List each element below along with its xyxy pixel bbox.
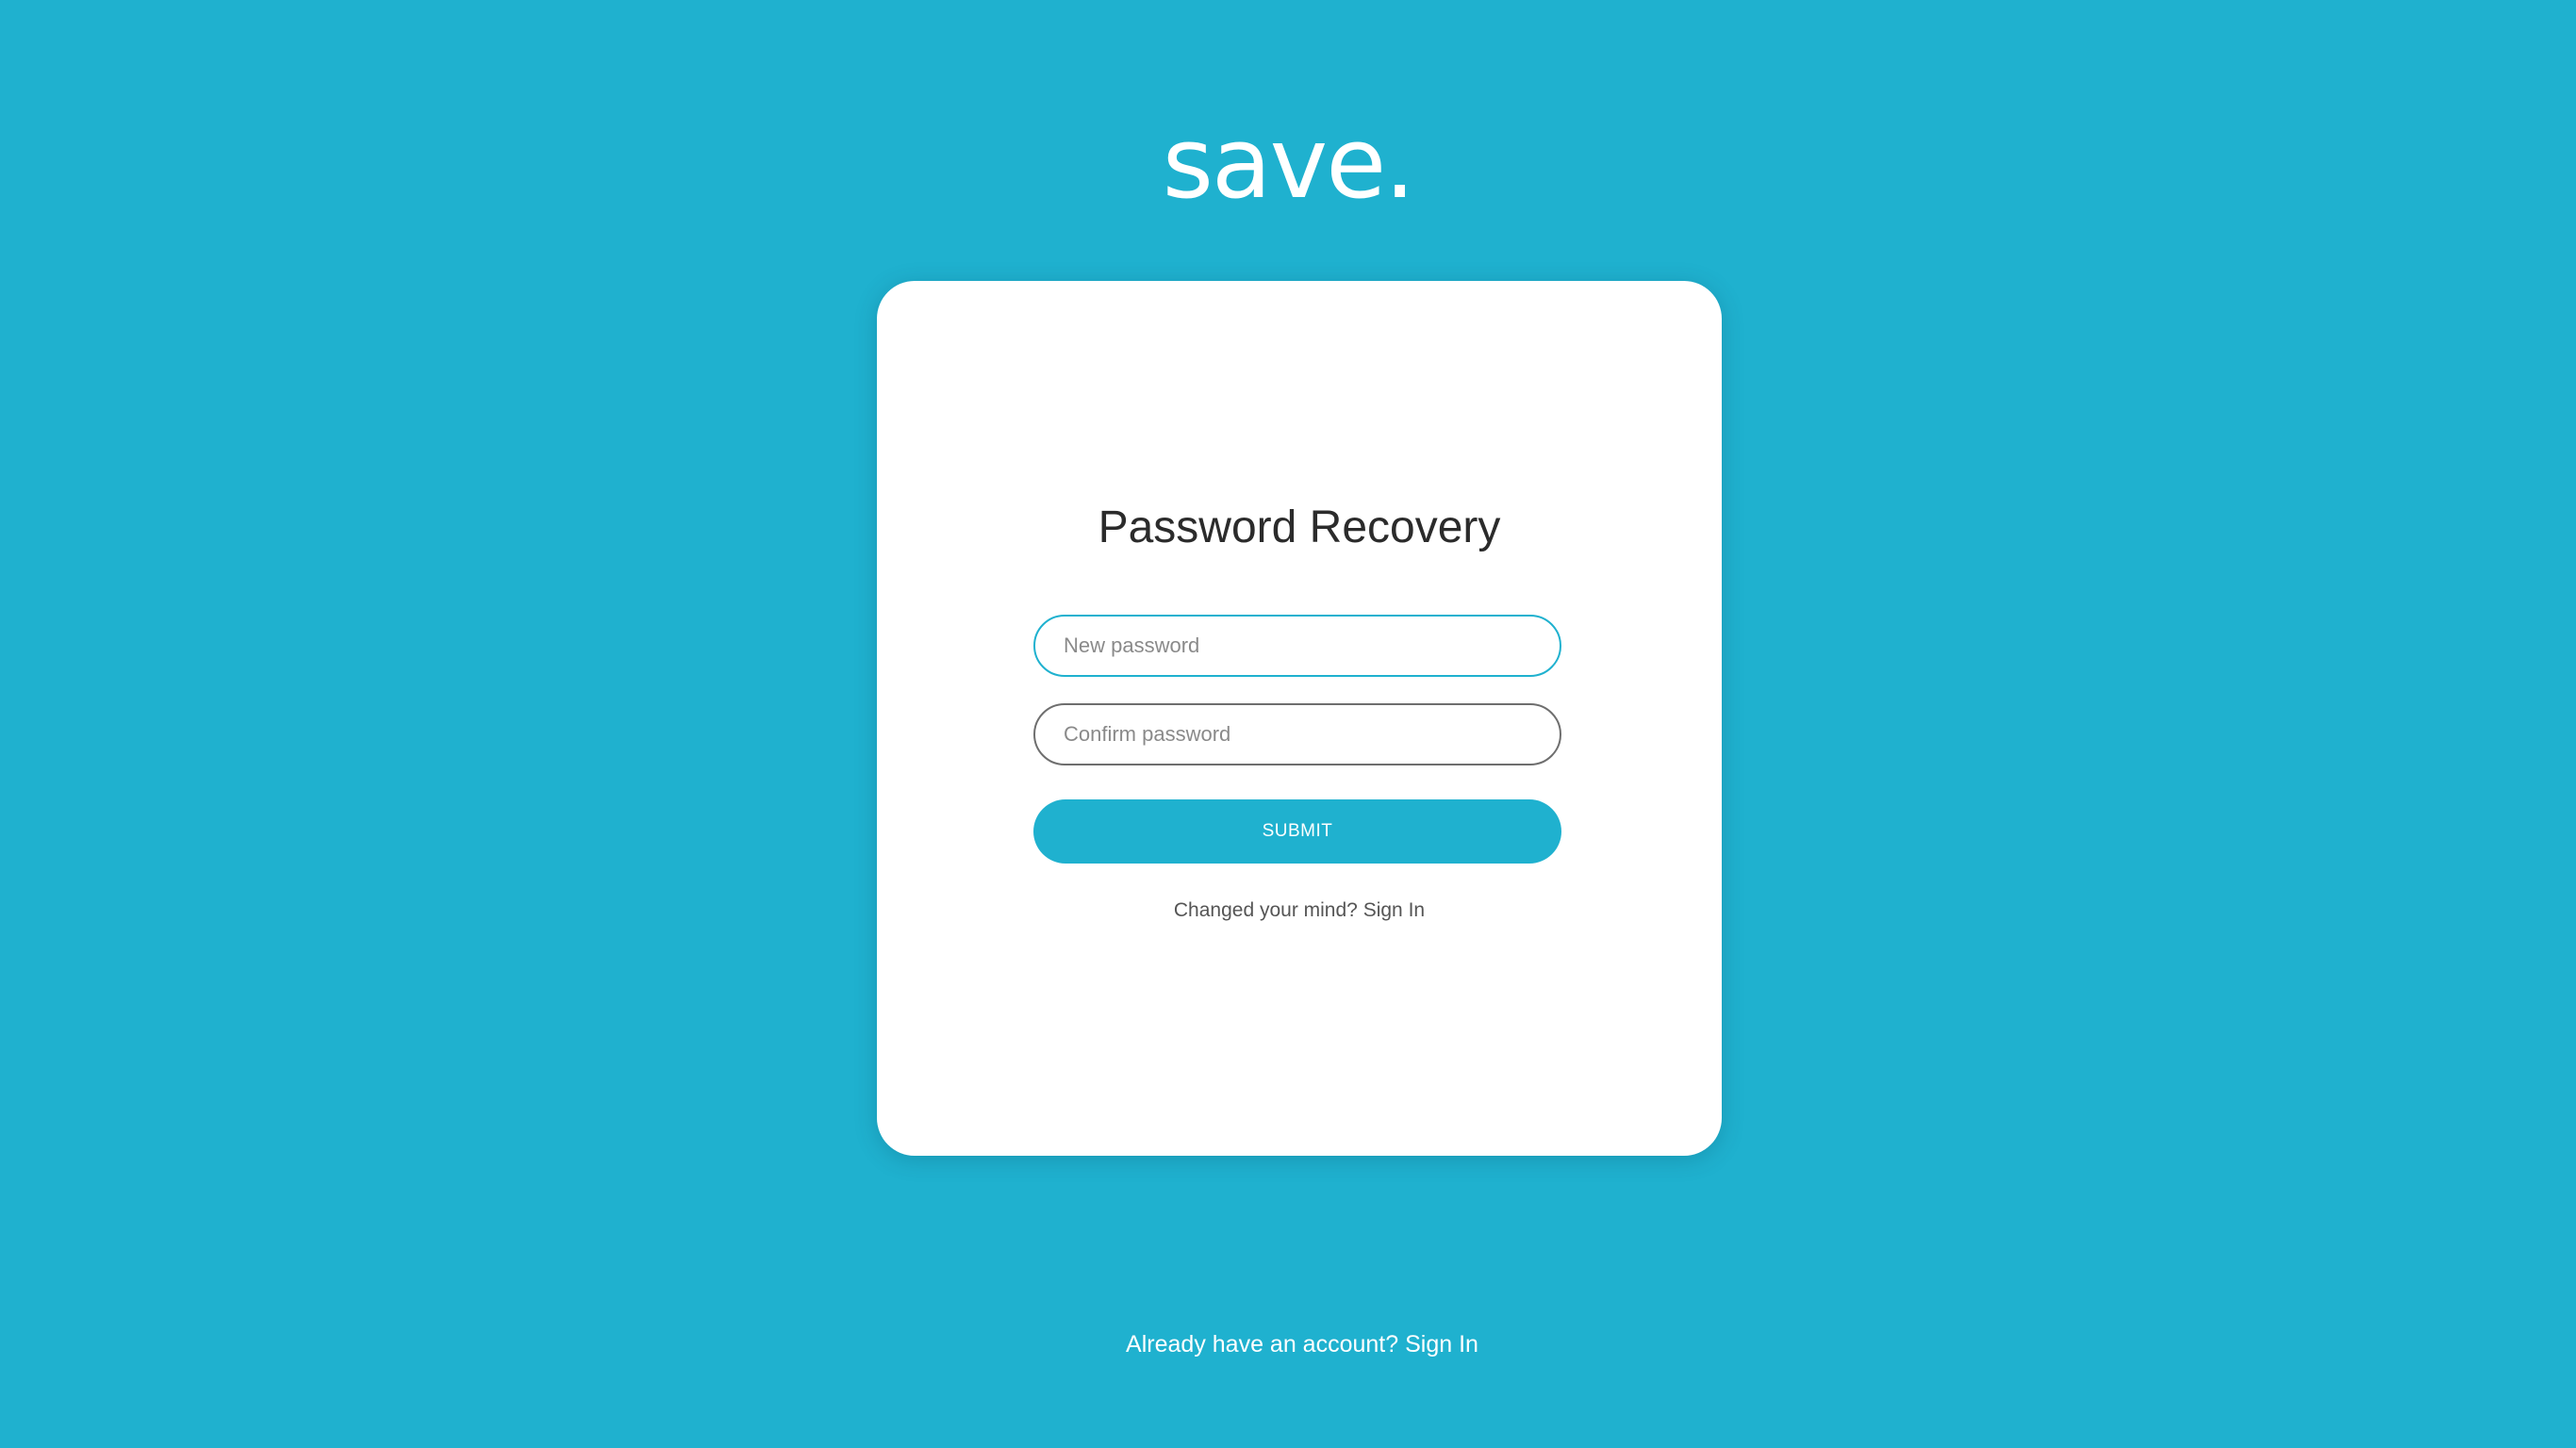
footer-sign-in-link[interactable]: Sign In	[1405, 1331, 1478, 1358]
new-password-input[interactable]	[1033, 615, 1561, 677]
changed-mind-text: Changed your mind?	[1173, 899, 1358, 921]
confirm-password-input[interactable]	[1033, 703, 1561, 765]
card-sign-in-link[interactable]: Sign In	[1363, 899, 1425, 921]
already-account-text: Already have an account?	[1126, 1331, 1399, 1358]
card-footer: Changed your mind? Sign In	[877, 897, 1722, 924]
page-title: Password Recovery	[1098, 502, 1501, 552]
page-footer: Already have an account? Sign In	[0, 1329, 2576, 1359]
save-logo: save.	[1162, 106, 1416, 221]
submit-button[interactable]: SUBMIT	[1033, 799, 1561, 864]
password-recovery-card: Password Recovery SUBMIT Changed your mi…	[877, 281, 1722, 1156]
